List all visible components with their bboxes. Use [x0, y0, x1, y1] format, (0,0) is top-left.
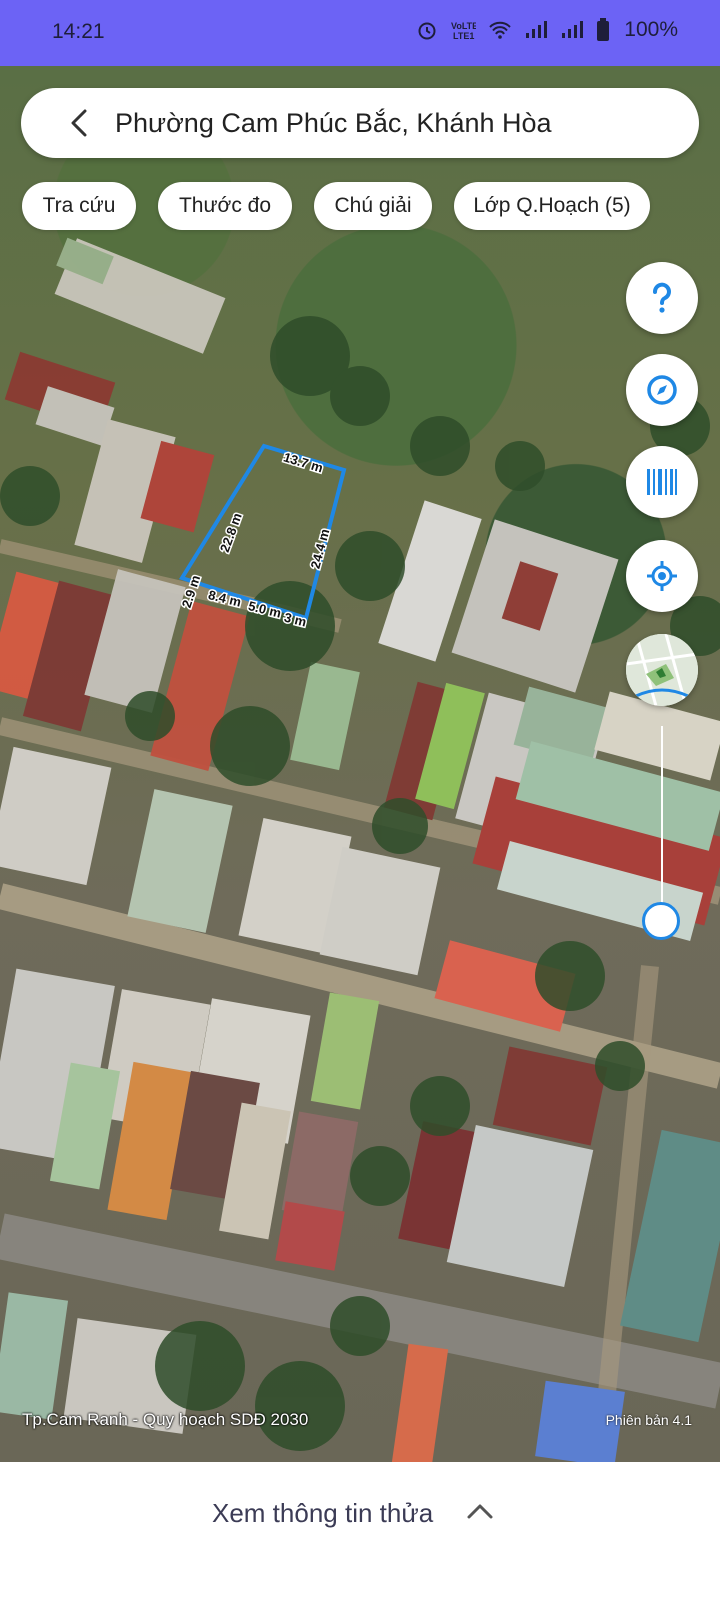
signal-icon: [526, 21, 548, 38]
dim-label: 24.4 m: [307, 527, 332, 570]
status-time: 14:21: [52, 20, 105, 43]
compass-icon: [647, 375, 677, 405]
battery-text: 100%: [624, 18, 678, 41]
signal-icon-2: [562, 21, 584, 38]
dim-label: 8.4 m: [207, 587, 243, 610]
wifi-icon: [489, 21, 511, 39]
compass-button[interactable]: [626, 354, 698, 426]
chip-lookup[interactable]: Tra cứu: [22, 182, 136, 230]
search-bar[interactable]: Phường Cam Phúc Bắc, Khánh Hòa: [21, 88, 699, 158]
planning-caption: Tp.Cam Ranh - Quy hoạch SDĐ 2030: [22, 1410, 309, 1429]
minimap-icon: [626, 634, 698, 706]
volte-icon: VoLTELTE1: [451, 21, 476, 41]
location-title: Phường Cam Phúc Bắc, Khánh Hòa: [115, 108, 552, 138]
version-label: Phiên bản 4.1: [605, 1412, 692, 1428]
back-arrow-icon[interactable]: [65, 108, 95, 138]
help-icon: [653, 282, 671, 313]
parcel-info-label[interactable]: Xem thông tin thửa: [212, 1498, 433, 1529]
zoom-slider-thumb[interactable]: [642, 902, 680, 940]
help-button[interactable]: [626, 262, 698, 334]
svg-text:VoLTE: VoLTE: [451, 21, 476, 31]
my-location-button[interactable]: [626, 540, 698, 612]
alarm-icon: [418, 22, 436, 40]
barcode-button[interactable]: [626, 446, 698, 518]
status-bar: 14:21 VoLTE LTE1 100%: [0, 0, 720, 66]
battery-icon: [597, 18, 610, 41]
bottom-sheet[interactable]: Xem thông tin thửa: [0, 1462, 720, 1600]
status-icons: VoLTE LTE1 100%: [416, 18, 678, 42]
my-location-icon: [647, 561, 677, 591]
chip-measure[interactable]: Thước đo: [158, 182, 292, 230]
satellite-map[interactable]: 13.7 m 22.8 m 24.4 m 2.9 m 8.4 m 5.0 m 3…: [0, 66, 720, 1462]
barcode-icon: [647, 469, 677, 495]
zoom-slider-track[interactable]: [661, 726, 663, 920]
satellite-imagery: 13.7 m 22.8 m 24.4 m 2.9 m 8.4 m 5.0 m 3…: [0, 237, 720, 1462]
dim-label: 13.7 m: [282, 449, 325, 475]
chip-planning-layers[interactable]: Lớp Q.Hoạch (5): [454, 182, 650, 230]
minimap-button[interactable]: [626, 634, 698, 706]
chevron-up-icon[interactable]: [466, 1502, 494, 1520]
chip-legend[interactable]: Chú giải: [314, 182, 432, 230]
svg-text:LTE1: LTE1: [453, 31, 474, 41]
